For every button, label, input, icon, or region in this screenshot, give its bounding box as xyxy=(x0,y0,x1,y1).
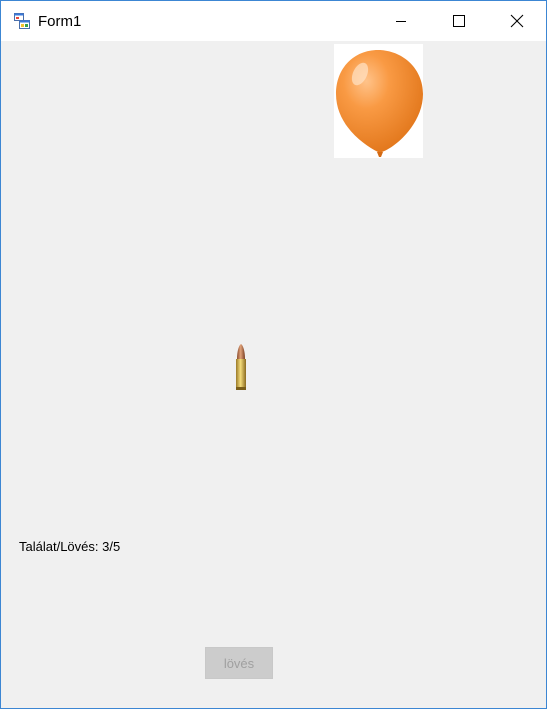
close-button[interactable] xyxy=(494,1,540,41)
score-label-text: Találat/Lövés: xyxy=(19,539,99,554)
score-value: 3/5 xyxy=(102,539,121,554)
form-client-area: Találat/Lövés: 3/5 lövés xyxy=(1,41,546,708)
title-bar[interactable]: Form1 xyxy=(1,1,546,41)
maximize-icon xyxy=(453,15,465,27)
close-icon xyxy=(510,14,524,28)
minimize-button[interactable] xyxy=(378,1,424,41)
balloon-icon xyxy=(336,50,423,157)
bullet-picture xyxy=(233,343,249,391)
bullet-icon xyxy=(236,344,246,390)
balloon-picture xyxy=(334,44,423,158)
minimize-icon xyxy=(396,21,406,22)
fire-button-label: lövés xyxy=(223,655,255,671)
fire-button[interactable]: lövés xyxy=(205,647,273,679)
winforms-app-icon[interactable] xyxy=(14,13,30,29)
app-window: Form1 Találat/Lövés: 3/5 lövés xyxy=(0,0,547,709)
maximize-button[interactable] xyxy=(436,1,482,41)
score-label: Találat/Lövés: 3/5 xyxy=(19,539,120,554)
window-title: Form1 xyxy=(38,13,82,30)
